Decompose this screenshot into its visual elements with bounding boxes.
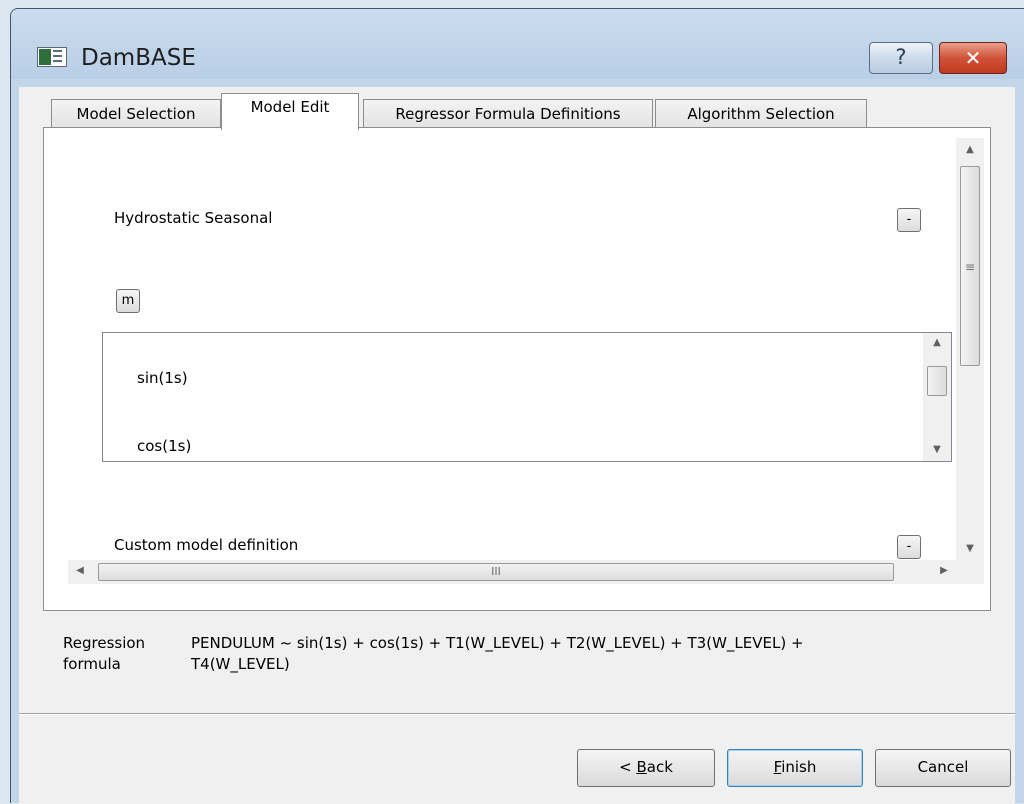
tab-algorithm-selection[interactable]: Algorithm Selection — [655, 99, 867, 128]
back-button-prefix: < — [619, 758, 637, 776]
panel-horizontal-scroll-thumb[interactable]: III — [98, 563, 894, 581]
section-title-hydrostatic-seasonal: Hydrostatic Seasonal — [114, 209, 273, 227]
terms-list[interactable]: sin(1s) cos(1s) ▲ ▼ — [102, 332, 952, 462]
model-edit-panel: Hydrostatic Seasonal - m sin(1s) cos(1s)… — [43, 127, 991, 611]
dialog-client-area: Model Selection Model Edit Regressor For… — [19, 87, 1015, 804]
list-item[interactable]: cos(1s) — [137, 437, 191, 455]
collapse-custom-model-button[interactable]: - — [897, 535, 921, 559]
tab-model-selection[interactable]: Model Selection — [51, 99, 221, 128]
section-title-custom-model-definition: Custom model definition — [114, 536, 299, 554]
formula-line: PENDULUM ~ sin(1s) + cos(1s) + T1(W_LEVE… — [191, 634, 804, 652]
finish-button[interactable]: Finish — [727, 749, 863, 787]
formula-line: T4(W_LEVEL) — [191, 655, 290, 673]
scroll-up-arrow-icon[interactable]: ▲ — [923, 337, 951, 348]
scrollbar-corner — [956, 560, 984, 584]
panel-vertical-scroll-thumb[interactable]: ≡ — [960, 166, 980, 366]
window-title: DamBASE — [81, 45, 196, 71]
scroll-left-arrow-icon[interactable]: ◀ — [72, 565, 88, 576]
scroll-up-arrow-icon[interactable]: ▲ — [956, 144, 984, 155]
tab-regressor-formula-definitions[interactable]: Regressor Formula Definitions — [363, 99, 653, 128]
panel-vertical-scrollbar[interactable]: ▲ ≡ ▼ — [956, 138, 984, 560]
scroll-right-arrow-icon[interactable]: ▶ — [936, 565, 952, 576]
terms-list-scroll-thumb[interactable] — [927, 366, 947, 396]
regression-label-line: formula — [63, 655, 121, 673]
close-button[interactable]: ✕ — [939, 42, 1007, 74]
panel-horizontal-scrollbar[interactable]: ◀ III ▶ — [68, 560, 956, 584]
back-button-mnemonic: B — [636, 758, 647, 776]
cancel-button[interactable]: Cancel — [875, 749, 1011, 787]
footer-area — [19, 715, 1015, 804]
back-button-rest: ack — [646, 758, 673, 776]
tab-model-edit[interactable]: Model Edit — [221, 93, 359, 130]
regression-formula-text: PENDULUM ~ sin(1s) + cos(1s) + T1(W_LEVE… — [191, 633, 951, 675]
model-edit-scroll-area: Hydrostatic Seasonal - m sin(1s) cos(1s)… — [68, 138, 980, 588]
collapse-hydrostatic-button[interactable]: - — [897, 208, 921, 232]
scroll-down-arrow-icon[interactable]: ▼ — [923, 444, 951, 455]
back-button[interactable]: < Back — [577, 749, 715, 787]
finish-button-rest: inish — [781, 758, 817, 776]
tab-label: Algorithm Selection — [687, 105, 835, 123]
app-window-icon — [37, 47, 67, 67]
regression-label-line: Regression — [63, 634, 146, 652]
regression-formula-label: Regression formula — [63, 633, 145, 675]
tab-label: Regressor Formula Definitions — [395, 105, 621, 123]
m-button[interactable]: m — [116, 289, 140, 313]
dialog-window: DamBASE ? ✕ Model Selection Model Edit R… — [10, 8, 1024, 804]
help-button[interactable]: ? — [869, 42, 933, 74]
scroll-down-arrow-icon[interactable]: ▼ — [956, 543, 984, 554]
terms-list-scrollbar[interactable]: ▲ ▼ — [923, 333, 951, 461]
tab-label: Model Selection — [76, 105, 196, 123]
tab-label: Model Edit — [250, 98, 330, 116]
list-item[interactable]: sin(1s) — [137, 369, 188, 387]
title-bar[interactable]: DamBASE ? ✕ — [11, 9, 1024, 79]
